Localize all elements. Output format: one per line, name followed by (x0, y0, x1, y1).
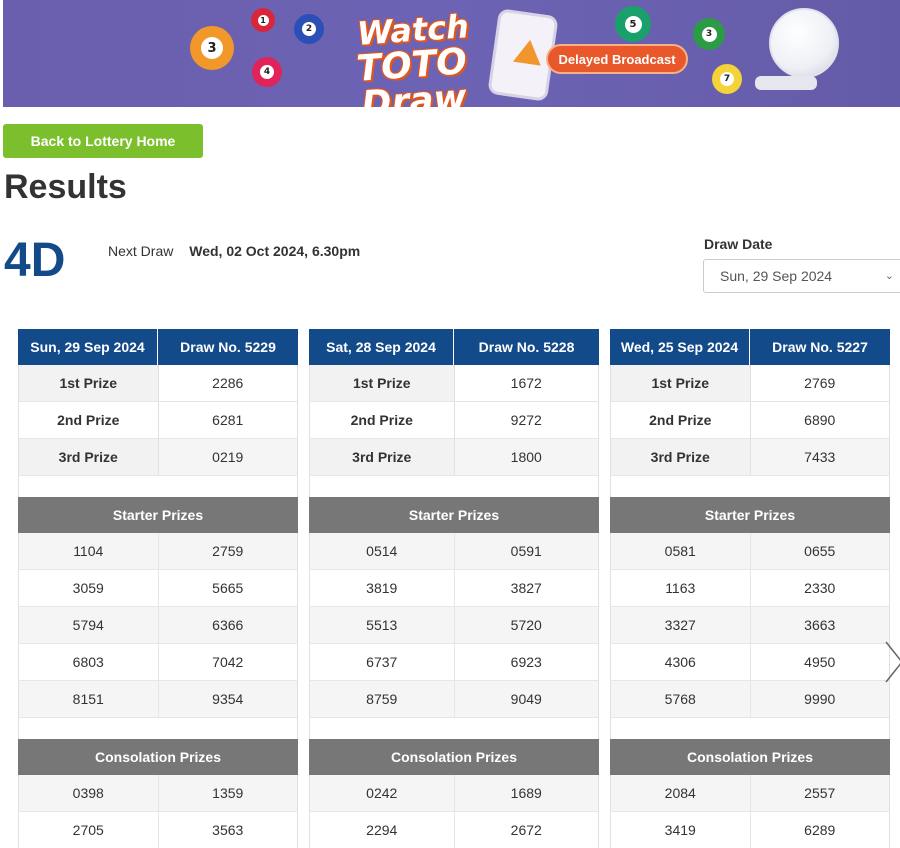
starter-number: 2330 (804, 580, 836, 596)
draw-number-header: Draw No. 5229 (158, 329, 298, 365)
next-draw-info: Next Draw Wed, 02 Oct 2024, 6.30pm (108, 243, 360, 259)
lottery-ball-icon: 1 (251, 8, 275, 32)
draw-date-header: Wed, 25 Sep 2024 (610, 329, 750, 365)
banner-title: Watch TOTO Draw (355, 7, 471, 107)
consolation-number: 3419 (611, 812, 751, 848)
starter-number: 0655 (750, 533, 889, 569)
starter-number: 3819 (310, 570, 455, 606)
prize-value: 6890 (750, 402, 889, 438)
prize-value: 9272 (454, 402, 598, 438)
starter-number: 5665 (212, 580, 244, 596)
draw-date-header: Sat, 28 Sep 2024 (309, 329, 454, 365)
draw-result-card: Sun, 29 Sep 2024 Draw No. 5229 1st Prize… (18, 329, 298, 848)
consolation-number: 2084 (611, 775, 751, 811)
prize-value: 1800 (454, 439, 598, 475)
next-draw-value: Wed, 02 Oct 2024, 6.30pm (189, 243, 361, 259)
starter-number: 3663 (750, 607, 889, 643)
delayed-broadcast-badge: Delayed Broadcast (546, 44, 688, 74)
draw-date-label: Draw Date (704, 236, 773, 252)
back-to-lottery-home-button[interactable]: Back to Lottery Home (3, 124, 203, 158)
starter-number: 9354 (158, 681, 297, 717)
consolation-number: 1359 (158, 775, 297, 811)
prize-value: 2769 (750, 365, 889, 401)
consolation-number: 6289 (804, 822, 836, 838)
prize-value: 7433 (750, 439, 889, 475)
starter-number: 5513 (310, 607, 455, 643)
consolation-number: 2705 (19, 812, 159, 848)
starter-number: 0591 (454, 533, 598, 569)
starter-number: 3827 (510, 580, 542, 596)
svg-text:4D: 4D (4, 236, 65, 280)
starter-prizes-header: Starter Prizes (309, 497, 599, 533)
lottery-ball-icon: 4 (252, 57, 282, 87)
consolation-number: 2294 (310, 812, 455, 848)
starter-number: 6923 (510, 654, 542, 670)
prize-name: 2nd Prize (611, 402, 751, 438)
page-title: Results (4, 168, 127, 206)
prize-name: 1st Prize (19, 365, 159, 401)
starter-number: 9990 (750, 681, 889, 717)
draw-result-card: Sat, 28 Sep 2024 Draw No. 5228 1st Prize… (309, 329, 599, 848)
lottery-machine-icon (769, 8, 839, 78)
prize-value: 2286 (158, 365, 297, 401)
starter-number: 4306 (611, 644, 751, 680)
consolation-number: 3563 (212, 822, 244, 838)
starter-number: 1104 (19, 533, 159, 569)
starter-number: 9049 (454, 681, 598, 717)
draw-result-card: Wed, 25 Sep 2024 Draw No. 5227 1st Prize… (610, 329, 890, 848)
starter-number: 2759 (158, 533, 297, 569)
draw-number-header: Draw No. 5228 (454, 329, 599, 365)
consolation-number: 0398 (19, 775, 159, 811)
starter-number: 3327 (611, 607, 751, 643)
lottery-ball-icon: 7 (712, 64, 742, 94)
starter-prizes-header: Starter Prizes (18, 497, 298, 533)
starter-number: 8151 (19, 681, 159, 717)
prize-name: 1st Prize (611, 365, 751, 401)
starter-number: 4950 (804, 654, 836, 670)
starter-number: 1163 (611, 570, 751, 606)
lottery-ball-icon: 3 (190, 26, 234, 70)
consolation-number: 2672 (510, 822, 542, 838)
consolation-number: 0242 (310, 775, 455, 811)
prize-name: 2nd Prize (310, 402, 455, 438)
lottery-machine-base (755, 76, 817, 90)
4d-logo: 4D (4, 236, 65, 280)
starter-number: 5794 (19, 607, 159, 643)
lottery-ball-icon: 3 (693, 18, 725, 50)
prize-name: 3rd Prize (611, 439, 751, 475)
lottery-ball-icon: 5 (615, 6, 651, 42)
starter-number: 7042 (212, 654, 244, 670)
starter-number: 8759 (310, 681, 455, 717)
draw-date-select[interactable]: Sun, 29 Sep 2024 ⌄ (703, 259, 900, 293)
consolation-prizes-header: Consolation Prizes (309, 739, 599, 775)
prize-value: 0219 (158, 439, 297, 475)
toto-draw-banner[interactable]: 3 4 2 1 Watch TOTO Draw Delayed Broadcas… (3, 0, 900, 107)
draw-number-header: Draw No. 5227 (750, 329, 890, 365)
prize-name: 3rd Prize (19, 439, 159, 475)
consolation-prizes-header: Consolation Prizes (18, 739, 298, 775)
starter-number: 3059 (19, 570, 159, 606)
starter-number: 5720 (454, 607, 598, 643)
consolation-prizes-header: Consolation Prizes (610, 739, 890, 775)
prize-name: 1st Prize (310, 365, 455, 401)
starter-number: 6803 (19, 644, 159, 680)
starter-number: 0514 (310, 533, 455, 569)
prize-name: 3rd Prize (310, 439, 455, 475)
chevron-right-icon[interactable] (884, 640, 900, 684)
consolation-number: 2557 (750, 775, 889, 811)
starter-prizes-header: Starter Prizes (610, 497, 890, 533)
prize-value: 6281 (158, 402, 297, 438)
next-draw-label: Next Draw (108, 243, 174, 259)
starter-number: 6737 (310, 644, 455, 680)
draw-date-header: Sun, 29 Sep 2024 (18, 329, 158, 365)
chevron-down-icon: ⌄ (884, 270, 894, 282)
starter-number: 0581 (611, 533, 751, 569)
draw-date-selected: Sun, 29 Sep 2024 (720, 268, 833, 284)
starter-number: 6366 (158, 607, 297, 643)
consolation-number: 1689 (454, 775, 598, 811)
prize-name: 2nd Prize (19, 402, 159, 438)
prize-value: 1672 (454, 365, 598, 401)
starter-number: 5768 (611, 681, 751, 717)
